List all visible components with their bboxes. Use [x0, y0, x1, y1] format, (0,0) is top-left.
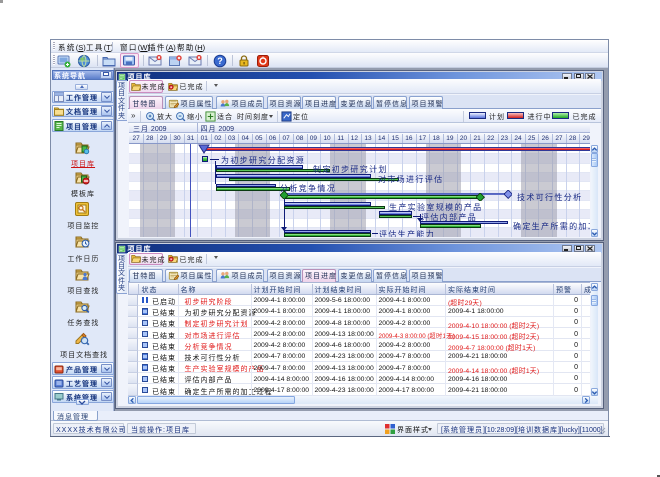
svg-text:?: ? — [217, 56, 223, 66]
